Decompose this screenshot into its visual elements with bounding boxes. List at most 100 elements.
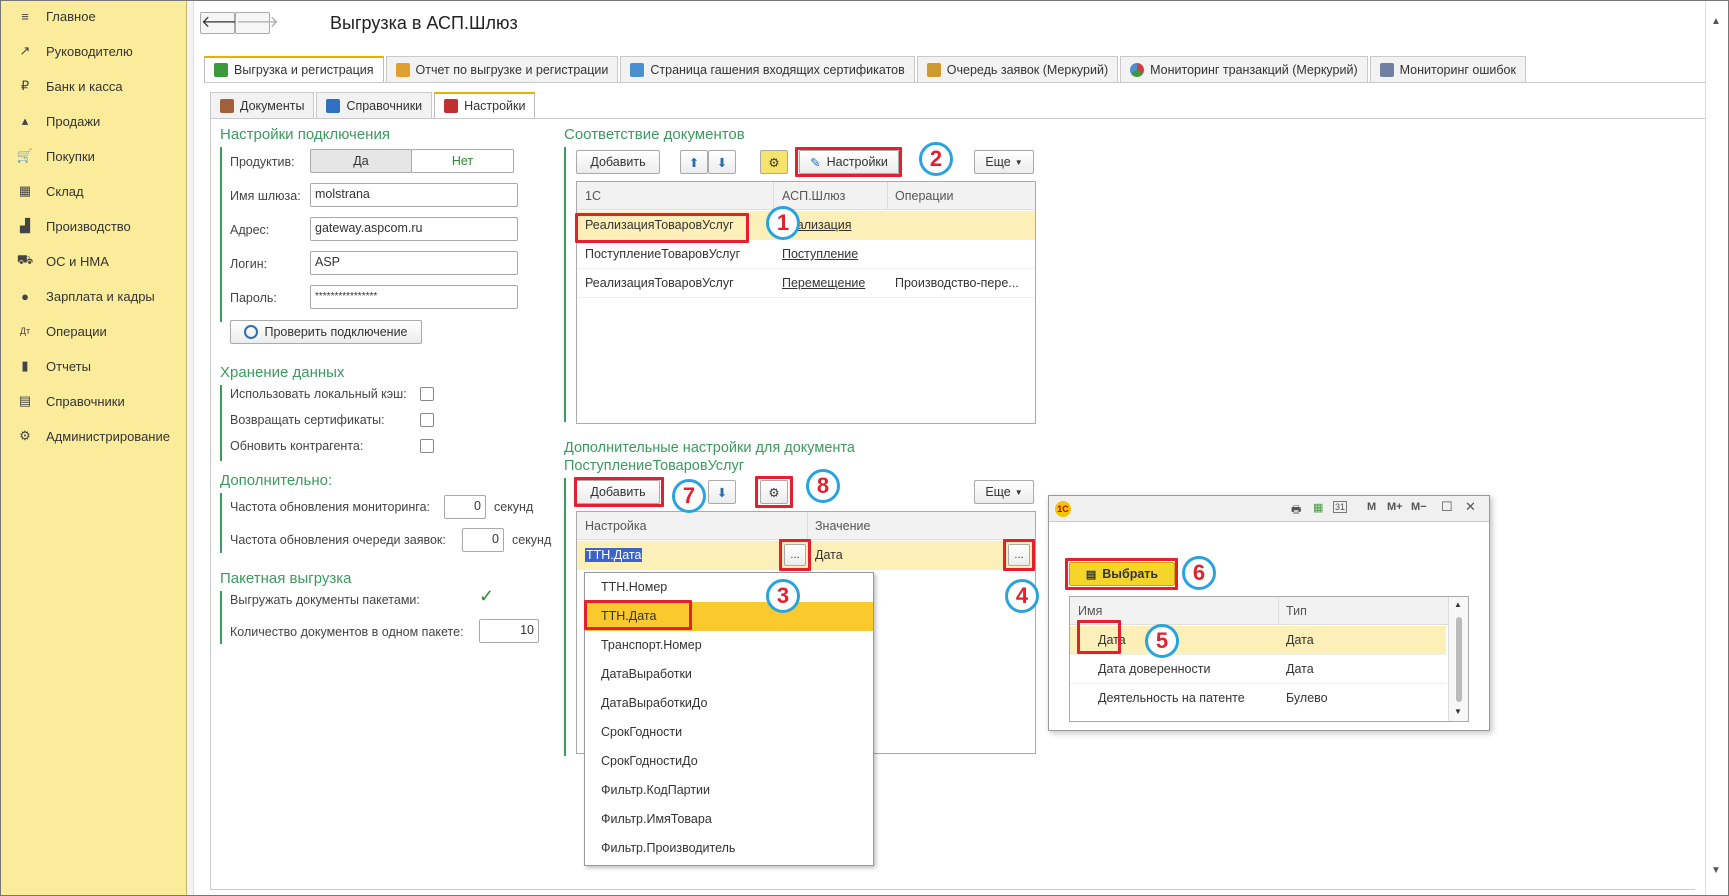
column-header: 1С [585,189,601,203]
tab-transactions[interactable]: Мониторинг транзакций (Меркурий) [1120,56,1368,82]
batch-count-field[interactable]: 10 [479,619,539,643]
scroll-up-icon[interactable]: ▲ [1711,16,1721,27]
memory-add-icon[interactable]: M+ [1387,501,1403,513]
calendar-icon[interactable]: 31 [1333,501,1348,513]
check-connection-button[interactable]: Проверить подключение [230,320,422,344]
address-field[interactable]: gateway.aspcom.ru [310,217,518,241]
local-cache-checkbox[interactable] [420,387,434,401]
table-row[interactable]: ПоступлениеТоваровУслуг Поступление [577,240,1035,269]
tab-errors[interactable]: Мониторинг ошибок [1369,56,1526,82]
sidebar-item-purchases[interactable]: 🛒 Покупки [16,144,184,168]
scroll-down-icon[interactable]: ▼ [1711,865,1721,876]
list-item[interactable]: Фильтр.КодПартии [585,776,873,805]
tab-export-report[interactable]: Отчет по выгрузке и регистрации [385,56,619,82]
button-label: Еще [985,155,1011,169]
sidebar-item-main[interactable]: ≡ Главное [16,4,184,28]
tab-certificates[interactable]: Страница гашения входящих сертификатов [620,56,915,82]
tab-settings[interactable]: Настройки [434,92,536,118]
mapping-more-button[interactable]: Еще ▼ [974,150,1034,174]
field-table: Имя Тип Дата Дата Дата доверенности Дата… [1069,596,1469,722]
sidebar-item-reports[interactable]: ▮ Отчеты [16,354,184,378]
window-scrollbar[interactable]: ▲ ▼ [1705,0,1729,896]
list-item[interactable]: СрокГодностиДо [585,747,873,776]
app-window: ≡ Главное ↗ Руководителю ₽ Банк и касса ▴ Пр… [0,0,1729,896]
maximize-icon[interactable]: ☐ [1441,499,1453,515]
table-cell[interactable]: Перемещение [782,276,865,290]
scroll-thumb[interactable] [1456,617,1462,702]
forward-button[interactable]: 🡒 [235,12,279,34]
person-icon: ● [21,288,29,304]
sidebar-item-sales[interactable]: ▴ Продажи [16,109,184,133]
list-item[interactable]: ДатаВыработкиДо [585,689,873,718]
mapping-config-button[interactable]: ⚙ [760,150,788,174]
sidebar-item-warehouse[interactable]: ▦ Склад [16,179,184,203]
update-contractor-label: Обновить контрагента: [230,439,364,453]
sidebar-item-catalogs[interactable]: ▤ Справочники [16,389,184,413]
list-item[interactable]: Фильтр.ИмяТовара [585,805,873,834]
sidebar-item-director[interactable]: ↗ Руководителю [16,39,184,63]
password-field[interactable]: **************** [310,285,518,309]
export-batches-checkbox[interactable]: ✓ [479,587,497,605]
sidebar-item-label: Отчеты [46,358,91,374]
tab-label: Очередь заявок (Меркурий) [946,62,1109,77]
column-divider [887,182,888,210]
list-item[interactable]: Фильтр.Производитель [585,834,873,863]
move-up-button[interactable]: ⬆ [680,150,708,174]
sub-tabs: Документы Справочники Настройки [210,92,537,118]
bar-chart-icon: ▮ [21,358,29,373]
scroll-down-icon[interactable]: ▼ [1454,707,1462,716]
sidebar-item-salary[interactable]: ● Зарплата и кадры [16,284,184,308]
monitor-freq-field[interactable]: 0 [444,495,486,519]
sidebar-item-production[interactable]: ▟ Производство [16,214,184,238]
list-item[interactable]: СрокГодности [585,718,873,747]
productive-no-toggle[interactable]: Нет [411,149,514,173]
productive-yes-toggle[interactable]: Да [310,149,412,173]
table-row[interactable]: РеализацияТоваровУслуг Перемещение Произ… [577,269,1035,298]
tab-request-queue[interactable]: Очередь заявок (Меркурий) [916,56,1119,82]
table-cell[interactable]: Поступление [782,247,858,261]
batch-title: Пакетная выгрузка [220,570,352,587]
sidebar-item-admin[interactable]: ⚙ Администрирование [16,424,184,448]
sidebar-item-operations[interactable]: Дт Операции [16,319,184,343]
gateway-field[interactable]: molstrana [310,183,518,207]
connection-icon [244,325,259,339]
list-item[interactable]: ТТН.Номер [585,573,873,602]
scroll-up-icon[interactable]: ▲ [1454,600,1462,609]
column-header: АСП.Шлюз [782,189,846,203]
calculator-icon[interactable]: ▦ [1313,501,1323,514]
memory-icon[interactable]: M [1367,501,1376,513]
page-title: Выгрузка в АСП.Шлюз [330,13,518,33]
table-row[interactable]: Дата доверенности Дата [1070,655,1446,684]
move-down-button[interactable]: ⬇ [708,150,736,174]
briefcase-icon [220,98,234,113]
sidebar-item-assets[interactable]: ⛟ ОС и НМА [16,249,184,273]
memory-subtract-icon[interactable]: M− [1411,501,1427,513]
back-button[interactable]: 🡐 [200,12,244,34]
arrow-up-icon: ⬆ [688,155,700,170]
tab-catalogs[interactable]: Справочники [316,92,433,118]
list-item[interactable]: Транспорт.Номер [585,631,873,660]
tab-documents[interactable]: Документы [210,92,315,118]
value-cell[interactable]: Дата [815,548,843,562]
table-scrollbar[interactable]: ▲ ▼ [1448,597,1468,721]
login-field[interactable]: ASP [310,251,518,275]
table-row[interactable]: Дата Дата [1070,626,1446,655]
settings-move-down-button[interactable]: ⬇ [708,480,736,504]
update-contractor-checkbox[interactable] [420,439,434,453]
list-item[interactable]: ДатаВыработки [585,660,873,689]
close-icon[interactable]: ✕ [1465,499,1476,515]
table-cell: Деятельность на патенте [1098,691,1245,705]
queue-freq-field[interactable]: 0 [462,528,504,552]
return-certs-checkbox[interactable] [420,413,434,427]
table-row[interactable]: Деятельность на патенте Булево [1070,684,1446,713]
print-icon[interactable]: 🖶 [1291,501,1301,520]
section-bar [564,478,566,756]
mapping-add-button[interactable]: Добавить [576,150,660,174]
sidebar-splitter[interactable] [187,0,194,896]
export-icon [214,63,228,77]
sidebar-item-bank[interactable]: ₽ Банк и касса [16,74,184,98]
settings-more-button[interactable]: Еще ▼ [974,480,1034,504]
table-cell: Дата [1286,662,1314,676]
tab-export-registration[interactable]: Выгрузка и регистрация [204,56,384,82]
setting-cell[interactable]: ТТН.Дата [585,548,643,562]
